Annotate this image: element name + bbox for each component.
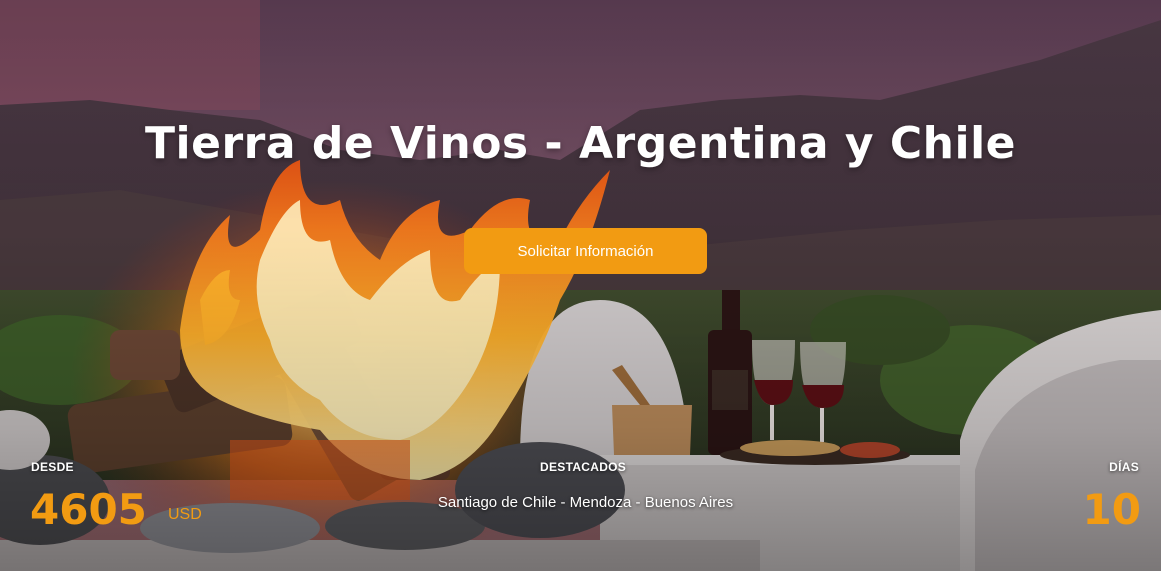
days-value: 10 bbox=[1082, 485, 1141, 534]
hero-overlay bbox=[0, 0, 1161, 571]
request-info-button[interactable]: Solicitar Información bbox=[464, 228, 707, 274]
highlights-label: DESTACADOS bbox=[540, 460, 627, 474]
page-title: Tierra de Vinos - Argentina y Chile bbox=[145, 118, 1016, 169]
price-label: DESDE bbox=[31, 460, 74, 474]
days-label: DÍAS bbox=[1109, 460, 1139, 474]
highlights-value: Santiago de Chile - Mendoza - Buenos Air… bbox=[437, 494, 734, 511]
hero-banner: Tierra de Vinos - Argentina y Chile Soli… bbox=[0, 0, 1161, 571]
